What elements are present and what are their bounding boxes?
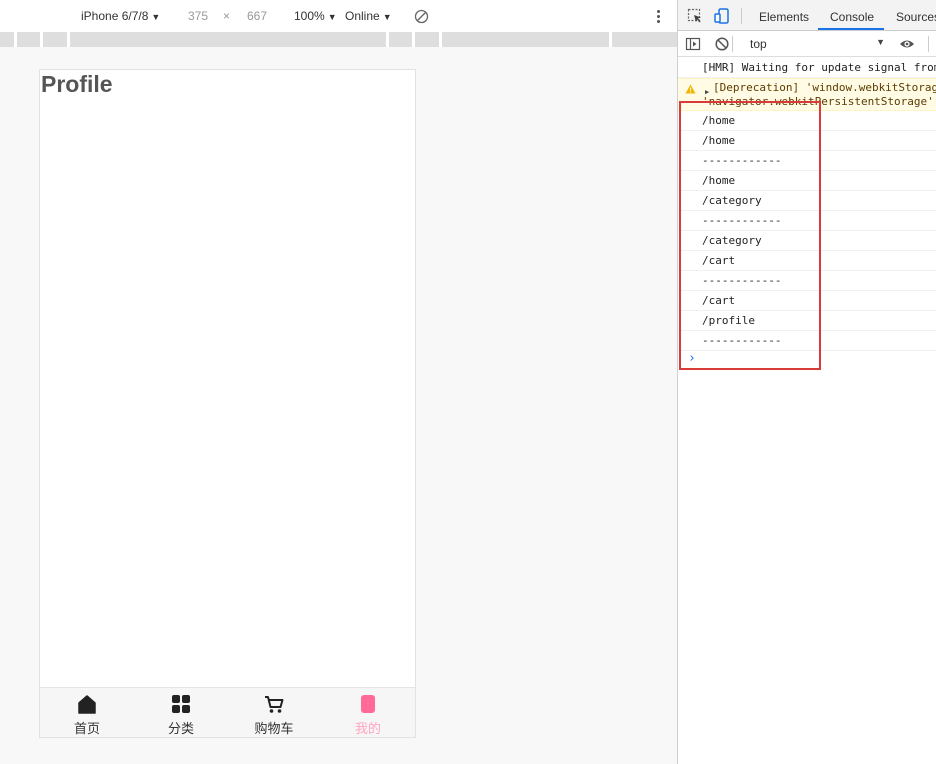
console-message: /category <box>678 191 936 211</box>
toolbar-divider <box>732 36 733 52</box>
console-toolbar: top ▼ <box>678 31 936 57</box>
console-message: ------------ <box>678 271 936 291</box>
dimension-times: × <box>223 9 231 23</box>
live-expression-eye-icon[interactable] <box>899 36 915 52</box>
tab-label: 购物车 <box>254 722 294 737</box>
console-message: /category <box>678 231 936 251</box>
console-message: /profile <box>678 311 936 331</box>
context-value: top <box>750 37 767 51</box>
zoom-value: 100% <box>294 9 325 23</box>
width-input[interactable]: 375 <box>188 9 208 23</box>
tab-label: 分类 <box>167 722 194 737</box>
device-name: iPhone 6/7/8 <box>81 9 149 23</box>
category-icon <box>172 695 190 713</box>
console-message-text: /profile <box>702 314 755 327</box>
devtools-tab-strip: Elements Console Sources <box>678 0 936 31</box>
more-options-icon[interactable] <box>652 9 664 24</box>
tab-profile[interactable]: 我的 <box>321 688 415 738</box>
console-message-text: ------------ <box>702 334 782 347</box>
console-message-text: /cart <box>702 294 736 307</box>
context-select[interactable]: top ▼ <box>740 35 885 53</box>
devtools-panel: Elements Console Sources top ▼ [HMR] Wai… <box>677 0 936 764</box>
console-message-text: /category <box>702 234 762 247</box>
device-dropdown-arrow-icon: ▼ <box>151 12 161 22</box>
console-message: /home <box>678 171 936 191</box>
console-warning[interactable]: ▶ [Deprecation] 'window.webkitStorag 'na… <box>678 78 936 111</box>
media-query-ruler[interactable] <box>0 32 677 47</box>
warning-text: 'navigator.webkitPersistentStorage' <box>702 95 934 108</box>
tab-console[interactable]: Console <box>830 10 874 24</box>
inspect-element-icon[interactable] <box>687 8 703 24</box>
clear-console-icon[interactable] <box>714 36 730 52</box>
toolbar-divider <box>741 8 742 24</box>
console-message-text: [HMR] Waiting for update signal from <box>702 61 936 74</box>
console-message-text: /home <box>702 114 736 127</box>
tab-bar: 首页 分类 购物车 我的 <box>40 687 415 737</box>
device-emulation-pane: iPhone 6/7/8▼ 375 × 667 100%▼ Online▼ <box>0 0 677 764</box>
console-message: [HMR] Waiting for update signal from <box>678 58 936 78</box>
profile-icon <box>361 695 375 713</box>
console-message-text: /home <box>702 134 736 147</box>
device-select[interactable]: iPhone 6/7/8 ▼ <box>81 9 160 23</box>
tab-label: 首页 <box>73 722 100 737</box>
cart-icon <box>265 696 284 713</box>
warning-text: [Deprecation] 'window.webkitStorag <box>713 81 936 94</box>
network-value: Online <box>345 9 380 23</box>
console-message-text: /category <box>702 194 762 207</box>
active-tab-indicator <box>818 28 884 30</box>
console-message-text: ------------ <box>702 274 782 287</box>
tab-home[interactable]: 首页 <box>40 688 134 738</box>
network-dropdown-arrow-icon: ▼ <box>382 12 392 22</box>
console-message: ------------ <box>678 331 936 351</box>
console-message-text: /home <box>702 174 736 187</box>
tab-category[interactable]: 分类 <box>134 688 228 738</box>
screen: iPhone 6/7/8▼ 375 × 667 100%▼ Online▼ <box>0 0 936 764</box>
console-message-text: /cart <box>702 254 736 267</box>
console-message: /cart <box>678 291 936 311</box>
console-prompt[interactable]: › <box>678 351 936 369</box>
rotate-icon[interactable] <box>414 9 429 24</box>
phone-viewport: Profile 首页 分类 购物车 我的 <box>39 69 416 738</box>
console-message: /home <box>678 111 936 131</box>
console-message: ------------ <box>678 211 936 231</box>
network-select[interactable]: Online ▼ <box>345 9 392 23</box>
context-dropdown-arrow-icon: ▼ <box>876 37 885 47</box>
zoom-select[interactable]: 100% ▼ <box>294 9 337 23</box>
tab-elements[interactable]: Elements <box>759 10 809 24</box>
tab-label: 我的 <box>354 722 381 737</box>
home-icon <box>78 695 96 714</box>
tab-cart[interactable]: 购物车 <box>227 688 321 738</box>
show-sidebar-icon[interactable] <box>685 36 701 52</box>
console-message: ------------ <box>678 151 936 171</box>
console-message-text: ------------ <box>702 214 782 227</box>
console-message: /cart <box>678 251 936 271</box>
console-message: /home <box>678 131 936 151</box>
device-toolbar: iPhone 6/7/8 ▼ 375 × 667 100% ▼ Online ▼ <box>0 0 677 32</box>
page-title: Profile <box>41 71 113 97</box>
tab-sources[interactable]: Sources <box>896 10 936 24</box>
warning-icon <box>685 84 696 94</box>
device-toggle-icon[interactable] <box>714 8 730 24</box>
console-message-text: ------------ <box>702 154 782 167</box>
console-log: [HMR] Waiting for update signal from ▶ [… <box>678 58 936 369</box>
prompt-chevron-icon: › <box>688 351 696 366</box>
height-input[interactable]: 667 <box>247 9 267 23</box>
zoom-dropdown-arrow-icon: ▼ <box>327 12 337 22</box>
toolbar-divider <box>928 36 929 52</box>
